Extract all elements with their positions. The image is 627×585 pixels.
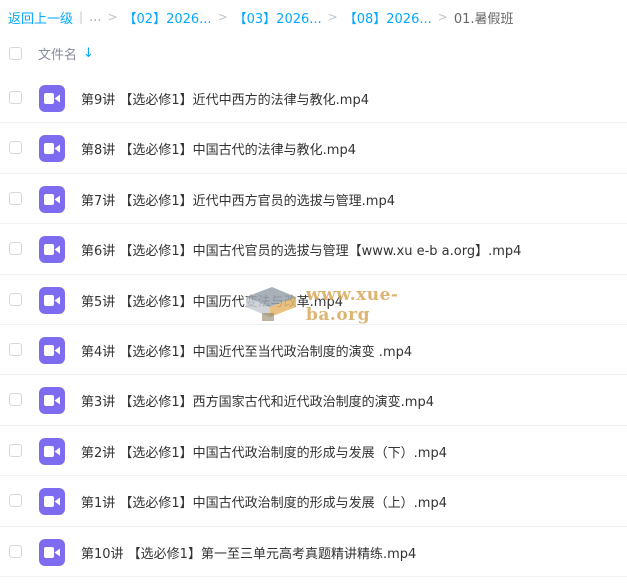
select-all-checkbox[interactable]	[9, 47, 22, 60]
breadcrumb-item-03[interactable]: 【03】2026...	[234, 8, 322, 27]
file-checkbox[interactable]	[9, 494, 22, 508]
file-name[interactable]: 第9讲 【选必修1】近代中西方的法律与教化.mp4	[81, 89, 369, 108]
chevron-right-icon: >	[217, 10, 228, 24]
arrow-down-icon[interactable]: ↓	[83, 46, 94, 61]
column-header-filename[interactable]: 文件名 ↓	[38, 44, 94, 63]
file-name[interactable]: 第8讲 【选必修1】中国古代的法律与教化.mp4	[81, 139, 356, 158]
video-file-icon	[39, 85, 65, 112]
breadcrumb-ellipsis[interactable]: ...	[89, 10, 101, 25]
breadcrumb-current: 01.暑假班	[453, 11, 514, 27]
video-file-icon	[39, 185, 65, 213]
file-row[interactable]: 第8讲 【选必修1】中国古代的法律与教化.mp4	[0, 123, 627, 174]
file-name[interactable]: 第1讲 【选必修1】中国古代政治制度的形成与发展（上）.mp4	[81, 492, 447, 511]
column-header-label: 文件名	[38, 47, 78, 63]
file-checkbox[interactable]	[9, 393, 22, 407]
file-row[interactable]: 第1讲 【选必修1】中国古代政治制度的形成与发展（上）.mp4	[0, 476, 627, 527]
chevron-right-icon: >	[327, 10, 338, 24]
file-name[interactable]: 第7讲 【选必修1】近代中西方官员的选拔与管理.mp4	[81, 190, 395, 209]
video-file-icon	[39, 135, 65, 163]
video-file-icon	[39, 236, 65, 264]
video-file-icon	[39, 336, 65, 364]
file-row[interactable]: 第9讲 【选必修1】近代中西方的法律与教化.mp4	[0, 73, 627, 124]
file-row[interactable]: 第5讲 【选必修1】中国历代变法与改革.mp4	[0, 275, 627, 325]
file-name[interactable]: 第4讲 【选必修1】中国近代至当代政治制度的演变 .mp4	[81, 341, 412, 360]
file-name[interactable]: 第3讲 【选必修1】西方国家古代和近代政治制度的演变.mp4	[81, 391, 434, 410]
file-checkbox[interactable]	[9, 191, 22, 205]
file-checkbox[interactable]	[9, 544, 22, 558]
file-name[interactable]: 第2讲 【选必修1】中国古代政治制度的形成与发展（下）.mp4	[81, 442, 447, 461]
file-checkbox[interactable]	[9, 141, 22, 155]
file-row[interactable]: 第3讲 【选必修1】西方国家古代和近代政治制度的演变.mp4	[0, 375, 627, 426]
file-name[interactable]: 第10讲 【选必修1】第一至三单元高考真题精讲精练.mp4	[81, 543, 416, 562]
file-row[interactable]: 第7讲 【选必修1】近代中西方官员的选拔与管理.mp4	[0, 174, 627, 225]
video-file-icon	[39, 286, 65, 314]
file-checkbox[interactable]	[9, 242, 22, 256]
chevron-right-icon: >	[437, 10, 448, 24]
file-row[interactable]: 第4讲 【选必修1】中国近代至当代政治制度的演变 .mp4	[0, 325, 627, 376]
file-list: 第9讲 【选必修1】近代中西方的法律与教化.mp4 第8讲 【选必修1】中国古代…	[0, 73, 627, 577]
file-checkbox[interactable]	[9, 342, 22, 356]
video-file-icon	[39, 387, 65, 415]
breadcrumb: 返回上一级 | ... > 【02】2026... > 【03】2026... …	[8, 7, 514, 27]
video-file-icon	[39, 488, 65, 516]
file-checkbox[interactable]	[9, 292, 22, 306]
video-file-icon	[39, 538, 65, 566]
list-header: 文件名 ↓	[0, 38, 627, 68]
breadcrumb-item-08[interactable]: 【08】2026...	[344, 8, 432, 27]
file-row[interactable]: 第6讲 【选必修1】中国古代官员的选拔与管理【www.xu e-b a.org】…	[0, 224, 627, 275]
file-row[interactable]: 第10讲 【选必修1】第一至三单元高考真题精讲精练.mp4	[0, 527, 627, 577]
file-name[interactable]: 第5讲 【选必修1】中国历代变法与改革.mp4	[81, 291, 343, 310]
back-link[interactable]: 返回上一级	[8, 8, 73, 27]
file-checkbox[interactable]	[9, 91, 22, 104]
chevron-right-icon: >	[107, 10, 118, 24]
video-file-icon	[39, 437, 65, 465]
breadcrumb-separator: |	[79, 10, 84, 24]
file-checkbox[interactable]	[9, 443, 22, 457]
file-name[interactable]: 第6讲 【选必修1】中国古代官员的选拔与管理【www.xu e-b a.org】…	[81, 240, 521, 259]
file-row[interactable]: 第2讲 【选必修1】中国古代政治制度的形成与发展（下）.mp4	[0, 426, 627, 477]
breadcrumb-item-02[interactable]: 【02】2026...	[124, 8, 212, 27]
